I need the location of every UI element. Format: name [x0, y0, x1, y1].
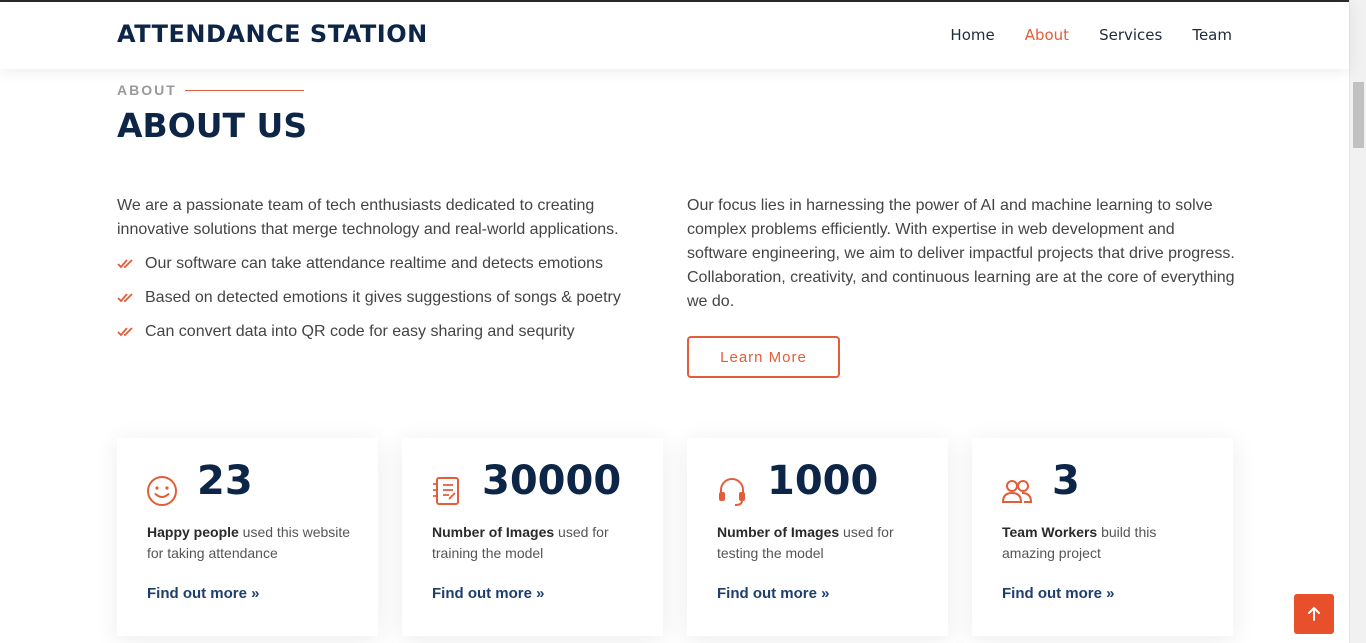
stat-bold: Happy people [147, 524, 239, 540]
feature-text: Based on detected emotions it gives sugg… [145, 289, 621, 306]
nav-team[interactable]: Team [1192, 26, 1232, 44]
headset-icon [719, 478, 745, 506]
nav-about[interactable]: About [1025, 26, 1069, 44]
stat-card: 3 Team Workers build this amazing projec… [972, 438, 1233, 636]
stat-card: 30000 Number of Images used for training… [402, 438, 663, 636]
document-list-icon [433, 477, 459, 505]
stat-number: 1000 [767, 458, 879, 504]
page-title: ABOUT US [117, 106, 308, 145]
list-item: Our software can take attendance realtim… [117, 252, 662, 276]
stat-number: 3 [1052, 458, 1080, 504]
section-tag: ABOUT [117, 82, 177, 98]
stat-description: Team Workers build this amazing project [1002, 522, 1212, 564]
stat-number: 23 [197, 458, 253, 504]
double-check-icon [117, 327, 133, 337]
about-focus: Our focus lies in harnessing the power o… [687, 197, 1235, 310]
find-out-more-link[interactable]: Find out more » [717, 585, 830, 602]
find-out-more-link[interactable]: Find out more » [1002, 585, 1115, 602]
feature-list: Our software can take attendance realtim… [117, 252, 662, 344]
nav-home[interactable]: Home [950, 26, 994, 44]
smiley-icon [147, 476, 177, 506]
double-check-icon [117, 293, 133, 303]
list-item: Based on detected emotions it gives sugg… [117, 286, 662, 310]
stat-bold: Number of Images [432, 524, 555, 540]
feature-text: Our software can take attendance realtim… [145, 255, 604, 272]
stat-description: Happy people used this website for takin… [147, 522, 357, 564]
stat-bold: Number of Images [717, 524, 840, 540]
scrollbar-thumb[interactable] [1353, 82, 1364, 148]
people-icon [1001, 480, 1033, 503]
about-right-column: Our focus lies in harnessing the power o… [687, 194, 1235, 314]
section-tag-divider [185, 90, 304, 91]
nav-services[interactable]: Services [1099, 26, 1162, 44]
learn-more-button[interactable]: Learn More [687, 336, 840, 378]
main-nav: Home About Services Team [950, 26, 1232, 44]
feature-text: Can convert data into QR code for easy s… [145, 323, 575, 340]
find-out-more-link[interactable]: Find out more » [432, 585, 545, 602]
stat-number: 30000 [482, 458, 622, 504]
stat-bold: Team Workers [1002, 524, 1098, 540]
about-left-column: We are a passionate team of tech enthusi… [117, 194, 662, 354]
stat-description: Number of Images used for testing the mo… [717, 522, 927, 564]
find-out-more-link[interactable]: Find out more » [147, 585, 260, 602]
double-check-icon [117, 259, 133, 269]
stat-description: Number of Images used for training the m… [432, 522, 642, 564]
page-scrollbar[interactable] [1349, 0, 1366, 643]
about-intro: We are a passionate team of tech enthusi… [117, 197, 619, 238]
stats-row: 23 Happy people used this website for ta… [117, 438, 1233, 636]
arrow-up-icon [1308, 606, 1320, 621]
list-item: Can convert data into QR code for easy s… [117, 320, 662, 344]
site-header: ATTENDANCE STATION Home About Services T… [0, 2, 1349, 69]
stat-card: 23 Happy people used this website for ta… [117, 438, 378, 636]
site-logo[interactable]: ATTENDANCE STATION [117, 20, 428, 48]
back-to-top-button[interactable] [1294, 594, 1334, 634]
stat-card: 1000 Number of Images used for testing t… [687, 438, 948, 636]
